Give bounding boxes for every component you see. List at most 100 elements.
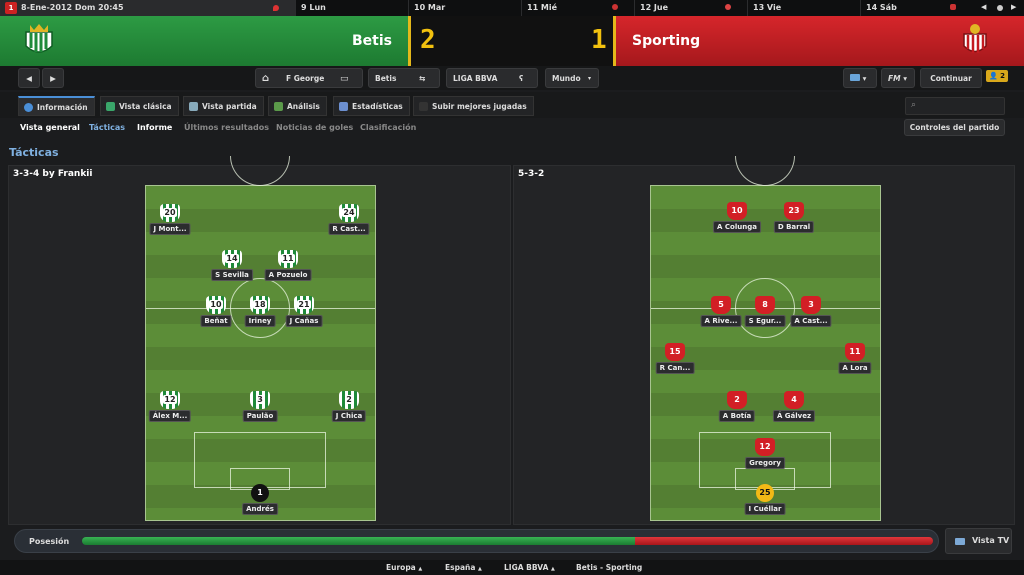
subnav-vista-general[interactable]: Vista general [20,123,80,132]
next-arrow-icon[interactable]: ▶ [1011,3,1016,11]
tab-estadisticas[interactable]: Estadísticas [333,96,410,116]
player-marker[interactable]: 20 J Mont... [142,204,198,236]
tab-label: Subir mejores jugadas [432,102,527,111]
vista-tv-label: Vista TV [972,536,1010,545]
club-menu[interactable]: Betis ⇆ [368,68,440,88]
player-marker[interactable]: 3 A Cast... [783,296,839,328]
shirt-number: 21 [297,300,311,309]
home-team-bar[interactable]: Betis [0,16,408,66]
shirt-number: 4 [791,395,797,404]
shirt-number: 12 [163,395,177,404]
tab-vista-clasica[interactable]: Vista clásica [100,96,179,116]
player-marker[interactable]: 25 I Cuéllar [737,484,793,516]
player-marker[interactable]: 4 Á Gálvez [766,391,822,423]
manager-menu[interactable]: ⌂ F George ▭ [255,68,363,88]
shirt-number: 24 [342,208,356,217]
shirt-icon: 10 [206,296,226,314]
player-marker[interactable]: 14 S Sevilla [204,250,260,282]
match-icon [612,4,618,10]
day-9[interactable]: 9 Lun [295,0,408,16]
continue-label: Continuar [930,74,972,83]
continue-button[interactable]: Continuar [920,68,982,88]
page-title: Tácticas [9,146,59,159]
player-marker[interactable]: 12 Gregory [737,438,793,470]
match-icon [950,4,956,10]
analysis-icon [274,102,283,111]
player-marker[interactable]: 2 J Chica [321,391,377,423]
league-menu[interactable]: LIGA BBVA ʕ [446,68,538,88]
shirt-number: 1 [257,488,263,497]
forward-button[interactable]: ▶ [42,68,64,88]
day-label: 13 Vie [753,3,782,12]
day-12[interactable]: 12 Jue [634,0,747,16]
player-marker[interactable]: 23 D Barral [766,202,822,234]
player-marker[interactable]: 1 Andrés [232,484,288,516]
shirt-number: 10 [731,206,743,215]
player-name: A Pozuelo [264,269,312,281]
match-controls-label: Controles del partido [909,123,1000,132]
player-marker[interactable]: 24 R Cast... [321,204,377,236]
player-marker[interactable]: 15 R Can... [647,343,703,375]
chevron-up-icon: ▲ [418,566,423,572]
tab-label: Vista partida [202,102,257,111]
shirt-number: 20 [163,208,177,217]
back-button[interactable]: ◀ [18,68,40,88]
tab-label: Análisis [287,102,320,111]
tab-informacion[interactable]: Información [18,96,95,116]
shirt-icon: 15 [665,343,685,361]
subnav-clasificacion[interactable]: Clasificación [360,123,416,132]
shirt-icon: 12 [755,438,775,456]
fm-menu[interactable]: FM ▾ [881,68,915,88]
score-header: Betis 2 1 Sporting [0,16,1024,66]
tab-vista-partida[interactable]: Vista partida [183,96,264,116]
current-date[interactable]: 1 8-Ene-2012 Dom 20:45 [0,0,295,16]
shirt-number: 10 [209,300,223,309]
breadcrumb-match[interactable]: Betis - Sporting [576,563,642,572]
world-menu[interactable]: Mundo ▾ [545,68,599,88]
day-10[interactable]: 10 Mar [408,0,521,16]
player-marker[interactable]: 10 A Colunga [709,202,765,234]
subnav-tacticas[interactable]: Tácticas [89,123,125,132]
match-controls-button[interactable]: Controles del partido [904,119,1005,136]
today-dot-icon[interactable] [997,5,1003,11]
away-team-name: Sporting [632,33,701,49]
tab-subir-jugadas[interactable]: Subir mejores jugadas [413,96,534,116]
day-11[interactable]: 11 Mié [521,0,634,16]
prev-arrow-icon[interactable]: ◀ [981,3,986,11]
subnav-ultimos-resultados[interactable]: Últimos resultados [184,123,269,132]
player-marker[interactable]: 2 A Botía [709,391,765,423]
player-marker[interactable]: 11 A Pozuelo [260,250,316,282]
shirt-icon: 25 [756,484,774,502]
betis-crest-icon [25,24,53,53]
view-menu[interactable]: ▾ [843,68,877,88]
day-14[interactable]: 14 Sáb [860,0,973,16]
breadcrumb-espana[interactable]: España ▲ [445,563,482,572]
player-marker[interactable]: 12 Álex M... [142,391,198,423]
player-name: Gregory [745,457,785,469]
subnav-informe[interactable]: Informe [137,123,172,132]
shirt-number: 8 [762,300,768,309]
player-marker[interactable]: 21 J Cañas [276,296,332,328]
shirt-icon: 20 [160,204,180,222]
manager-label: F George [286,74,325,83]
breadcrumb-liga[interactable]: LIGA BBVA ▲ [504,563,555,572]
day-13[interactable]: 13 Vie [747,0,860,16]
tab-analisis[interactable]: Análisis [268,96,327,116]
chevron-up-icon: ▲ [478,566,482,572]
screen-icon [850,74,860,81]
player-name: A Rive... [700,315,742,327]
player-marker[interactable]: 3 Paulão [232,391,288,423]
notification-badge[interactable]: 👤 2 [986,70,1009,82]
shirt-icon: 1 [251,484,269,502]
search-input[interactable]: ⌕ [905,97,1005,115]
day-label: 14 Sáb [866,3,897,12]
away-team-bar[interactable]: Sporting [616,16,1024,66]
breadcrumb-europa[interactable]: Europa ▲ [386,563,422,572]
player-name: A Cast... [790,315,832,327]
day-label: 12 Jue [640,3,669,12]
shirt-number: 3 [256,395,264,404]
player-marker[interactable]: 11 A Lora [827,343,883,375]
subnav-noticias-goles[interactable]: Noticias de goles [276,123,353,132]
possession-track [82,537,933,545]
vista-tv-button[interactable]: Vista TV [945,528,1012,554]
